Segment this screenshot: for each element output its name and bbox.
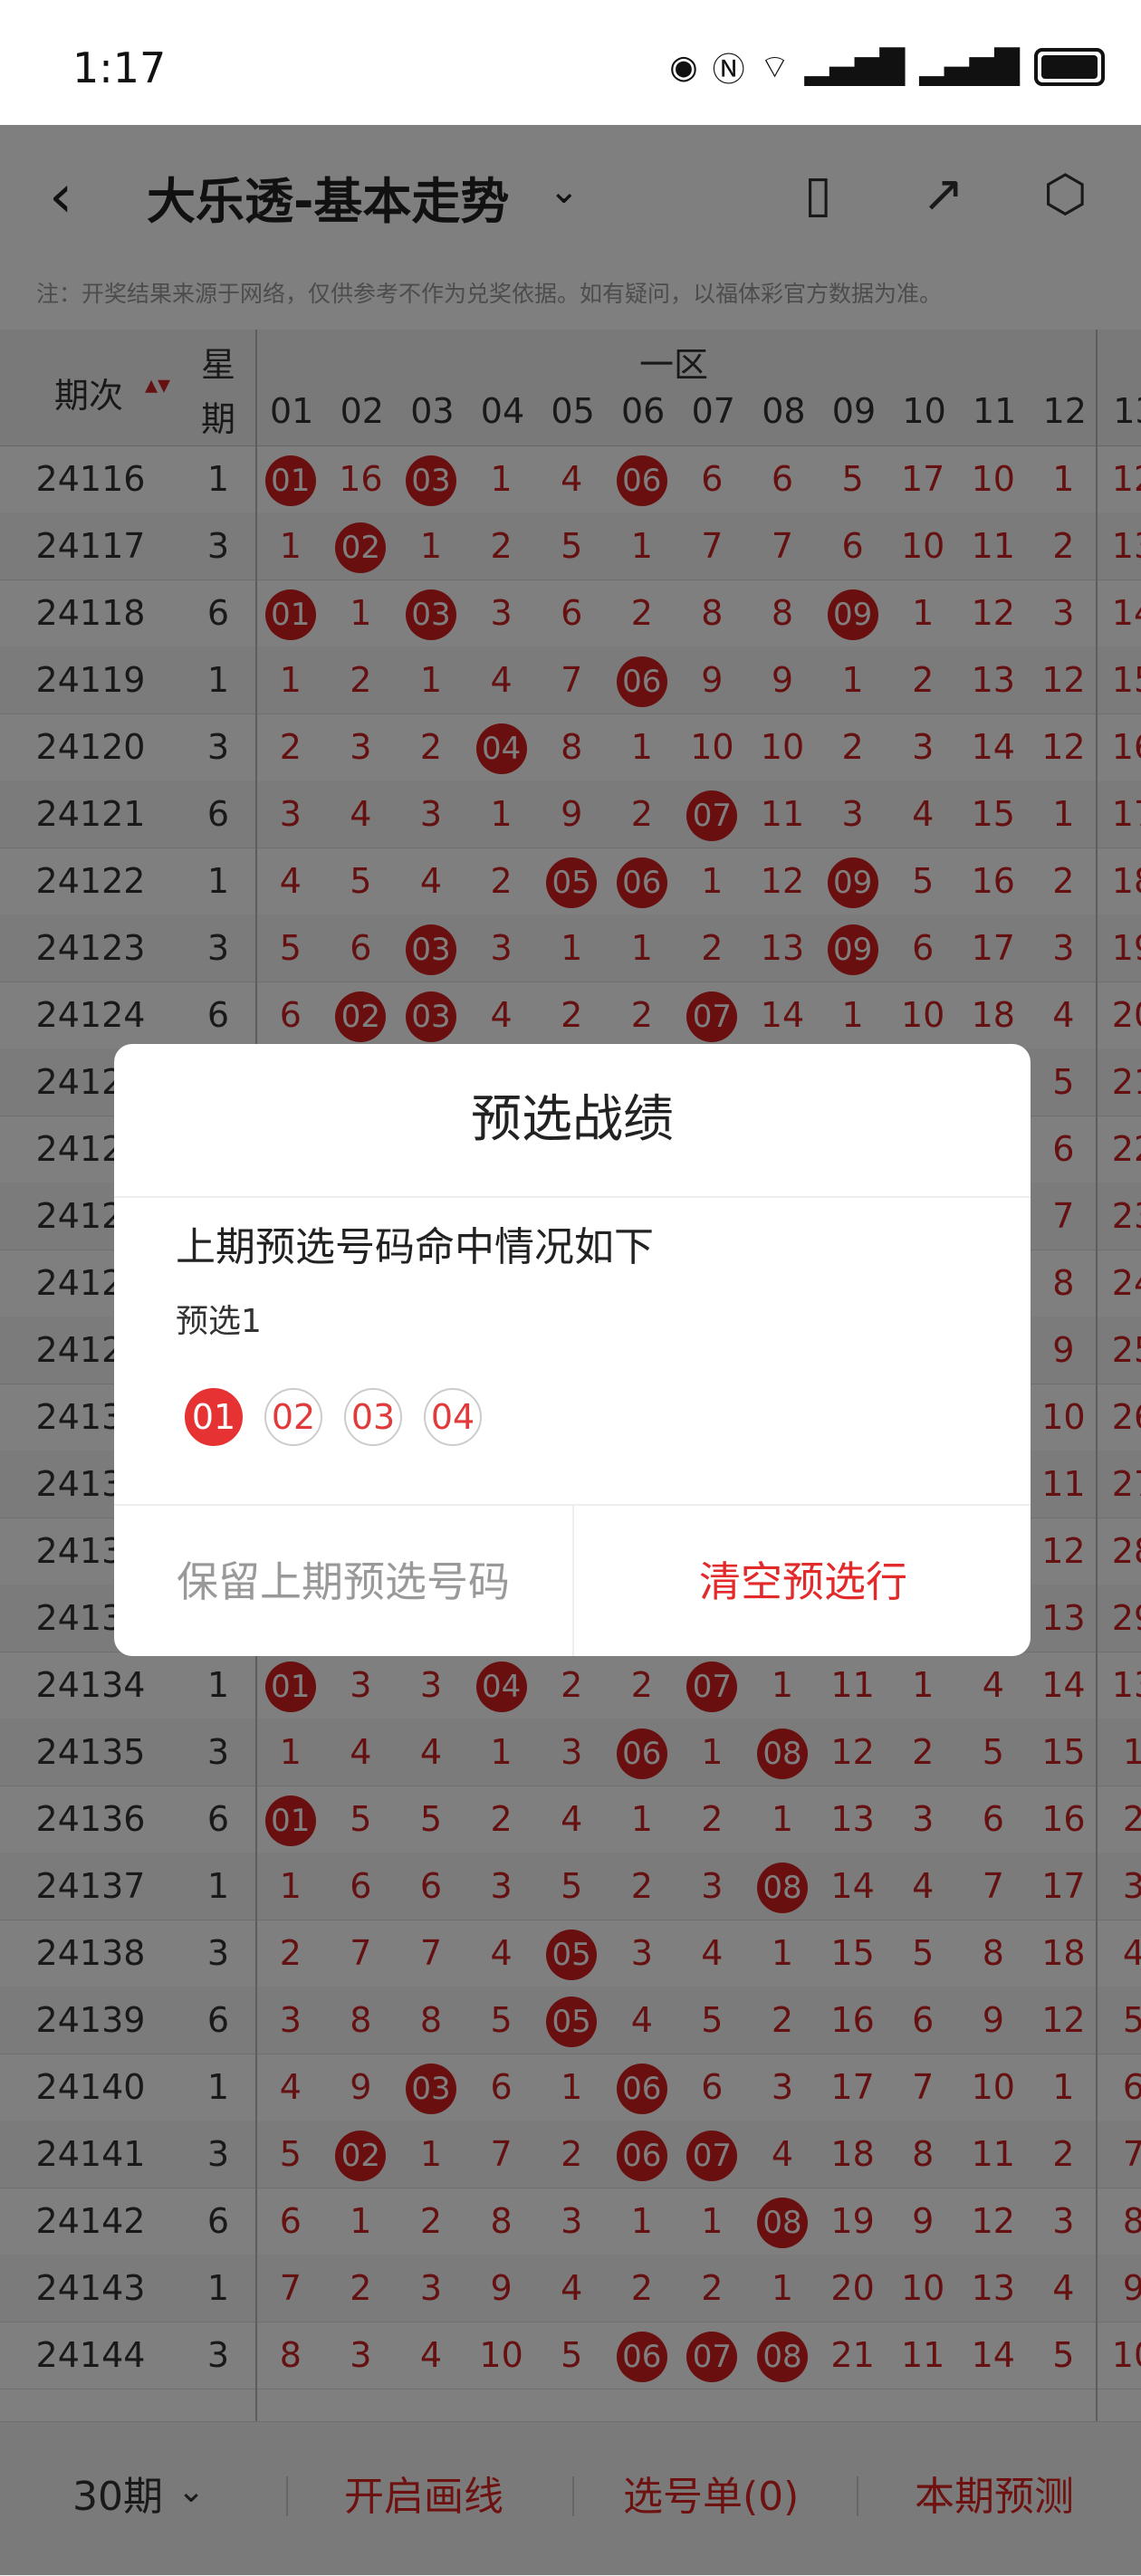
signal-icon-2: ▂▄▆█ [919,48,1020,86]
preset-ball: 01 [185,1388,243,1446]
preset-label: 预选1 [176,1303,262,1340]
battery-icon [1034,48,1105,86]
nfc-icon: Ⓝ [712,52,745,89]
signal-icon: ▂▄▆█ [804,48,906,86]
preset-balls: 01 02 03 04 [185,1388,482,1446]
wifi-icon: ⌔ [759,48,791,86]
eye-icon: ◉ [669,48,698,86]
status-time: 1:17 [72,43,167,92]
preselect-result-dialog: 预选战绩 上期预选号码命中情况如下 预选1 01 02 03 04 保留上期预选… [114,1044,1031,1656]
status-bar: 1:17 ◉ Ⓝ ⌔ ▂▄▆█ ▂▄▆█ [0,0,1141,125]
dialog-subtitle: 上期预选号码命中情况如下 [176,1224,654,1270]
dialog-title: 预选战绩 [114,1044,1031,1198]
clear-preselect-button[interactable]: 清空预选行 [572,1506,1031,1656]
dialog-actions: 保留上期预选号码 清空预选行 [114,1504,1031,1656]
status-icons: ◉ Ⓝ ⌔ ▂▄▆█ ▂▄▆█ [669,43,1105,91]
preset-ball: 02 [264,1388,322,1446]
preset-ball: 04 [424,1388,482,1446]
preset-ball: 03 [344,1388,402,1446]
keep-preselect-button[interactable]: 保留上期预选号码 [114,1506,572,1656]
